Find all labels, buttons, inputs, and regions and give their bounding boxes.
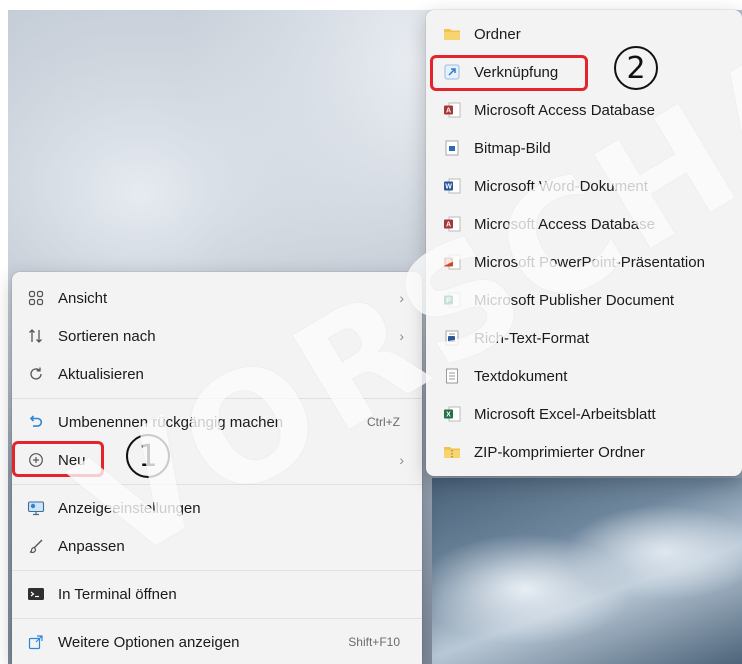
- access-icon: A: [442, 214, 462, 234]
- submenu-item-label: Rich-Text-Format: [474, 329, 590, 347]
- svg-text:A: A: [446, 222, 451, 229]
- publisher-icon: P: [442, 290, 462, 310]
- submenu-item-access-db-2[interactable]: A Microsoft Access Database: [430, 206, 738, 242]
- menu-separator: [12, 618, 422, 619]
- menu-item-label: Neu: [58, 451, 86, 469]
- svg-text:W: W: [445, 184, 452, 191]
- submenu-item-rtf[interactable]: Rich-Text-Format: [430, 320, 738, 356]
- submenu-item-zip[interactable]: ZIP-komprimierter Ordner: [430, 434, 738, 470]
- menu-item-terminal[interactable]: In Terminal öffnen: [16, 576, 418, 612]
- excel-icon: X: [442, 404, 462, 424]
- menu-separator: [12, 570, 422, 571]
- submenu-item-bitmap[interactable]: Bitmap-Bild: [430, 130, 738, 166]
- submenu-item-label: Microsoft Access Database: [474, 215, 655, 233]
- submenu-item-label: Microsoft Excel-Arbeitsblatt: [474, 405, 656, 423]
- text-document-icon: [442, 366, 462, 386]
- svg-text:X: X: [446, 412, 451, 419]
- menu-item-label: Umbenennen rückgängig machen: [58, 413, 284, 431]
- submenu-item-word[interactable]: W Microsoft Word-Dokument: [430, 168, 738, 204]
- submenu-item-label: Textdokument: [474, 367, 568, 385]
- menu-item-ansicht[interactable]: Ansicht ›: [16, 280, 418, 316]
- menu-item-display-settings[interactable]: Anzeigeeinstellungen: [16, 490, 418, 526]
- chevron-right-icon: ›: [399, 452, 404, 468]
- bitmap-icon: [442, 138, 462, 158]
- powerpoint-icon: P: [442, 252, 462, 272]
- submenu-item-powerpoint[interactable]: P Microsoft PowerPoint-Präsentation: [430, 244, 738, 280]
- submenu-item-excel[interactable]: X Microsoft Excel-Arbeitsblatt: [430, 396, 738, 432]
- undo-icon: [26, 412, 46, 432]
- menu-item-label: Sortieren nach: [58, 327, 156, 345]
- menu-item-anpassen[interactable]: Anpassen: [16, 528, 418, 564]
- menu-item-label: Anzeigeeinstellungen: [58, 499, 201, 517]
- menu-item-sortieren[interactable]: Sortieren nach ›: [16, 318, 418, 354]
- menu-item-label: Aktualisieren: [58, 365, 144, 383]
- highlight-verknuepfung: [430, 55, 588, 91]
- submenu-item-label: Microsoft Word-Dokument: [474, 177, 648, 195]
- chevron-right-icon: ›: [399, 328, 404, 344]
- menu-item-label: Anpassen: [58, 537, 125, 555]
- submenu-item-label: Bitmap-Bild: [474, 139, 551, 157]
- menu-separator: [12, 398, 422, 399]
- submenu-item-access-db[interactable]: A Microsoft Access Database: [430, 92, 738, 128]
- terminal-icon: [26, 584, 46, 604]
- submenu-item-label: ZIP-komprimierter Ordner: [474, 443, 645, 461]
- submenu-item-label: Microsoft Access Database: [474, 101, 655, 119]
- sort-icon: [26, 326, 46, 346]
- highlight-neu: [12, 441, 104, 477]
- submenu-item-label: Microsoft Publisher Document: [474, 291, 675, 309]
- menu-item-label: Ansicht: [58, 289, 108, 307]
- submenu-item-label: Microsoft PowerPoint-Präsentation: [474, 253, 705, 271]
- menu-separator: [12, 484, 422, 485]
- brush-icon: [26, 536, 46, 556]
- menu-item-more-options[interactable]: Weitere Optionen anzeigen Shift+F10: [16, 624, 418, 660]
- refresh-icon: [26, 364, 46, 384]
- rtf-icon: [442, 328, 462, 348]
- grid-icon: [26, 288, 46, 308]
- more-options-icon: [26, 632, 46, 652]
- display-settings-icon: [26, 498, 46, 518]
- menu-item-label: Weitere Optionen anzeigen: [58, 633, 240, 651]
- shortcut-text: Shift+F10: [348, 635, 400, 649]
- shortcut-text: Ctrl+Z: [367, 415, 400, 429]
- word-icon: W: [442, 176, 462, 196]
- chevron-right-icon: ›: [399, 290, 404, 306]
- step-1-marker: 1: [126, 434, 170, 478]
- access-icon: A: [442, 100, 462, 120]
- submenu-item-publisher[interactable]: P Microsoft Publisher Document: [430, 282, 738, 318]
- svg-text:A: A: [446, 108, 451, 115]
- step-2-marker: 2: [614, 46, 658, 90]
- menu-item-label: In Terminal öffnen: [58, 585, 177, 603]
- menu-item-undo-rename[interactable]: Umbenennen rückgängig machen Ctrl+Z: [16, 404, 418, 440]
- menu-item-aktualisieren[interactable]: Aktualisieren: [16, 356, 418, 392]
- svg-text:P: P: [446, 298, 451, 305]
- submenu-item-textdocument[interactable]: Textdokument: [430, 358, 738, 394]
- svg-text:P: P: [446, 260, 451, 267]
- submenu-item-label: Ordner: [474, 25, 521, 43]
- step-1-number: 1: [138, 438, 158, 474]
- wallpaper-mountain: [432, 478, 742, 664]
- step-2-number: 2: [626, 50, 646, 86]
- folder-icon: [442, 24, 462, 44]
- submenu-item-folder[interactable]: Ordner: [430, 16, 738, 52]
- zip-folder-icon: [442, 442, 462, 462]
